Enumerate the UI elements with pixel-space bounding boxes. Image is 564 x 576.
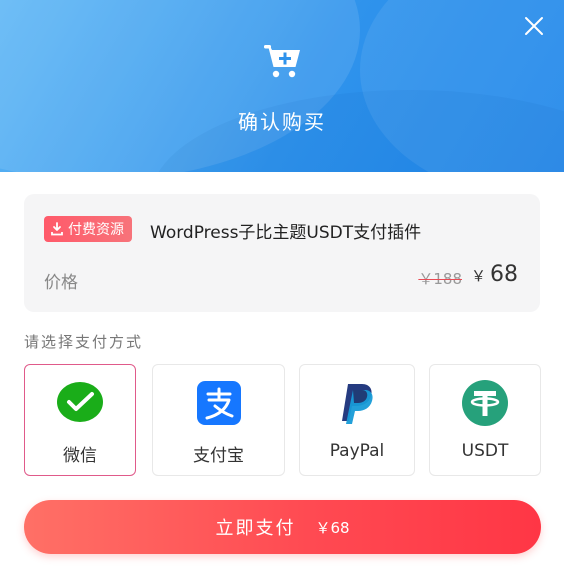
wechat-pay-icon: [56, 379, 104, 427]
cart-plus-icon: [262, 44, 302, 80]
current-price-value: 68: [490, 262, 518, 287]
dialog-header: 确认购买: [0, 0, 564, 172]
product-card: 付费资源 WordPress子比主题USDT支付插件 价格 ￥188 ￥ 68: [24, 194, 540, 312]
payment-option-label: 微信: [63, 446, 97, 466]
close-icon[interactable]: [522, 14, 546, 38]
usdt-tether-icon: [461, 379, 509, 427]
product-title: WordPress子比主题USDT支付插件: [150, 223, 422, 243]
currency-symbol: ￥: [470, 267, 486, 285]
badge-label: 付费资源: [68, 222, 124, 238]
payment-option-label: USDT: [461, 441, 509, 461]
paid-resource-badge: 付费资源: [44, 216, 132, 242]
download-icon: [51, 222, 63, 236]
current-price: ￥ 68: [471, 262, 518, 287]
payment-methods: 微信 支付宝 PayPal USDT: [24, 364, 541, 476]
alipay-icon: [195, 379, 243, 427]
pay-button-label: 立即支付: [215, 518, 296, 539]
payment-option-wechat[interactable]: 微信: [24, 364, 136, 476]
payment-option-usdt[interactable]: USDT: [429, 364, 541, 476]
original-price: ￥188: [418, 270, 462, 288]
pay-now-button[interactable]: 立即支付 ￥68: [24, 500, 541, 554]
payment-option-alipay[interactable]: 支付宝: [152, 364, 285, 476]
payment-method-label: 请选择支付方式: [24, 333, 144, 351]
payment-option-label: 支付宝: [193, 446, 244, 466]
payment-option-paypal[interactable]: PayPal: [299, 364, 415, 476]
payment-option-label: PayPal: [329, 441, 385, 461]
price-label: 价格: [44, 273, 78, 293]
pay-button-amount: ￥68: [315, 518, 350, 537]
dialog-title: 确认购买: [238, 110, 326, 134]
paypal-icon: [333, 379, 381, 427]
